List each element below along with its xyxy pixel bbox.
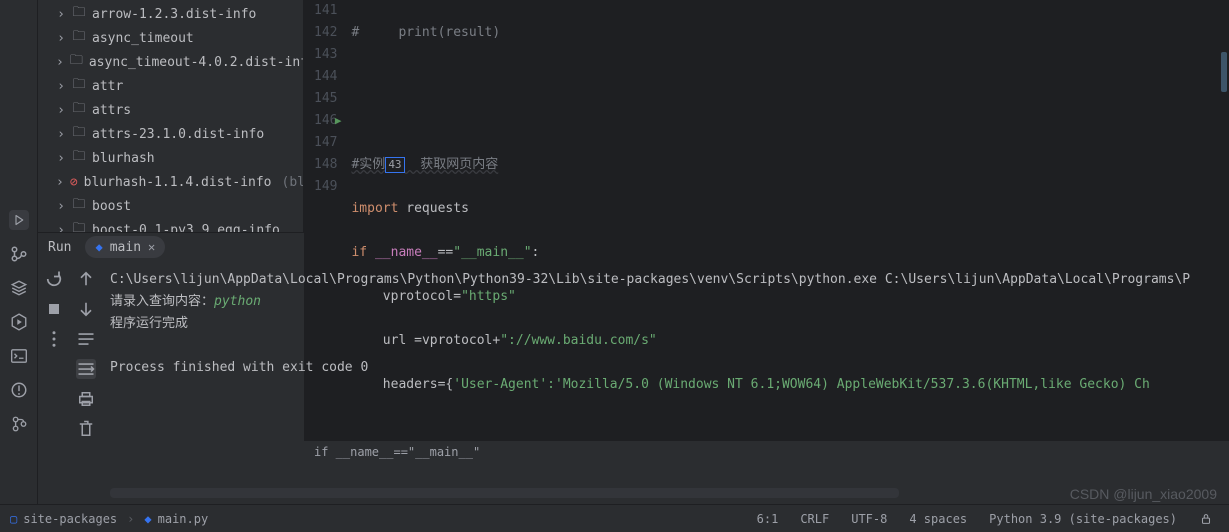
layers-icon[interactable]: [9, 278, 29, 298]
run-panel: Run ◆ main ✕: [38, 232, 1229, 504]
code-text: if: [351, 245, 367, 260]
tree-label: async_timeout: [92, 31, 194, 46]
folder-icon: 🗀: [72, 123, 86, 145]
tree-item[interactable]: › 🗀 attrs: [38, 98, 303, 122]
chevron-right-icon: ›: [56, 79, 66, 94]
folder-icon: 🗀: [70, 51, 83, 73]
chevron-right-icon: ›: [56, 55, 64, 70]
console-line: Process finished with exit code 0: [110, 357, 1221, 379]
chevron-right-icon: ›: [56, 103, 66, 118]
tree-label: blurhash: [92, 151, 155, 166]
chevron-right-icon: ›: [56, 7, 66, 22]
tree-item[interactable]: › 🗀 async_timeout: [38, 26, 303, 50]
tree-label: attr: [92, 79, 123, 94]
folder-icon: 🗀: [72, 3, 86, 25]
scroll-down-icon[interactable]: [76, 299, 96, 319]
run-triangle-icon[interactable]: [9, 210, 29, 230]
scroll-up-icon[interactable]: [76, 269, 96, 289]
crumb-label: site-packages: [23, 512, 117, 526]
code-text: "__main__": [453, 245, 531, 260]
code-text: requests: [406, 201, 469, 216]
run-tool-left: [38, 261, 70, 504]
soft-wrap-icon[interactable]: [76, 329, 96, 349]
run-tab-main[interactable]: ◆ main ✕: [85, 236, 165, 258]
tree-item[interactable]: › 🗀 attrs-23.1.0.dist-info: [38, 122, 303, 146]
folder-icon: 🗀: [72, 75, 86, 97]
stop-icon[interactable]: [44, 299, 64, 319]
status-indent[interactable]: 4 spaces: [903, 512, 973, 526]
console-output[interactable]: C:\Users\lijun\AppData\Local\Programs\Py…: [102, 261, 1229, 504]
console-line: 程序运行完成: [110, 313, 1221, 335]
more-vertical-icon[interactable]: [44, 329, 64, 349]
tree-label: blurhash-1.1.4.dist-info: [84, 175, 272, 190]
status-interpreter[interactable]: Python 3.9 (site-packages): [983, 512, 1183, 526]
console-input-value: python: [214, 294, 261, 309]
code-text: # print(result): [351, 25, 500, 40]
folder-error-icon: ⊘: [70, 175, 78, 190]
tree-label: attrs-23.1.0.dist-info: [92, 127, 264, 142]
status-cursor-pos[interactable]: 6:1: [751, 512, 785, 526]
tree-dim: (blurha: [282, 175, 305, 190]
version-control-icon[interactable]: [9, 414, 29, 434]
chevron-right-icon: ›: [56, 31, 66, 46]
warning-circle-icon[interactable]: [9, 380, 29, 400]
tree-item[interactable]: › 🗀 arrow-1.2.3.dist-info: [38, 2, 303, 26]
terminal-icon[interactable]: [9, 346, 29, 366]
tree-item[interactable]: › 🗀 blurhash: [38, 146, 303, 170]
tree-label: arrow-1.2.3.dist-info: [92, 7, 256, 22]
chevron-right-icon: ›: [127, 512, 134, 526]
close-icon[interactable]: ✕: [148, 240, 155, 254]
editor-range-indicator[interactable]: [1221, 52, 1227, 92]
code-text: #实例: [351, 157, 385, 172]
status-bar: ▢ site-packages › ◆ main.py 6:1 CRLF UTF…: [0, 504, 1229, 532]
python-file-icon: ◆: [144, 512, 151, 526]
console-line: C:\Users\lijun\AppData\Local\Programs\Py…: [110, 272, 1190, 287]
code-text: 获取网页内容: [405, 157, 499, 172]
crumb-label: main.py: [158, 512, 209, 526]
run-gutter-icon[interactable]: ▶: [335, 110, 342, 132]
chevron-right-icon: ›: [56, 151, 66, 166]
python-icon: ◆: [95, 240, 102, 254]
crumb-site-packages[interactable]: ▢ site-packages: [10, 512, 117, 526]
crumb-main-py[interactable]: ◆ main.py: [144, 512, 208, 526]
tree-item[interactable]: › 🗀 attr: [38, 74, 303, 98]
run-tool-col2: [70, 261, 102, 504]
tree-label: boost: [92, 199, 131, 214]
git-icon[interactable]: [9, 244, 29, 264]
package-icon: ▢: [10, 512, 17, 526]
run-title: Run: [48, 240, 71, 255]
folder-icon: 🗀: [72, 195, 86, 217]
folder-icon: 🗀: [72, 99, 86, 121]
console-line: 请录入查询内容：: [110, 294, 214, 309]
badge-box: 43: [385, 157, 404, 173]
status-eol[interactable]: CRLF: [794, 512, 835, 526]
run-tab-label: main: [110, 240, 141, 255]
tree-label: attrs: [92, 103, 131, 118]
tree-item[interactable]: › 🗀 boost: [38, 194, 303, 218]
folder-icon: 🗀: [72, 147, 86, 169]
code-text: :: [532, 245, 540, 260]
code-text: __name__: [375, 245, 438, 260]
chevron-right-icon: ›: [56, 127, 66, 142]
main-column: › 🗀 arrow-1.2.3.dist-info › 🗀 async_time…: [38, 0, 1229, 504]
left-tool-rail: [0, 0, 38, 504]
rerun-icon[interactable]: [44, 269, 64, 289]
tree-item[interactable]: › ⊘ blurhash-1.1.4.dist-info (blurha: [38, 170, 303, 194]
status-lock-icon[interactable]: [1193, 512, 1219, 526]
scroll-to-end-icon[interactable]: [76, 359, 96, 379]
trash-icon[interactable]: [76, 419, 96, 439]
tree-item[interactable]: › 🗀 async_timeout-4.0.2.dist-info: [38, 50, 303, 74]
status-encoding[interactable]: UTF-8: [845, 512, 893, 526]
console-scrollbar[interactable]: [110, 488, 899, 498]
print-icon[interactable]: [76, 389, 96, 409]
chevron-right-icon: ›: [56, 175, 64, 190]
folder-icon: 🗀: [72, 27, 86, 49]
code-text: import: [351, 201, 398, 216]
hex-play-icon[interactable]: [9, 312, 29, 332]
code-text: ==: [438, 245, 454, 260]
chevron-right-icon: ›: [56, 199, 66, 214]
tree-label: async_timeout-4.0.2.dist-info: [89, 55, 304, 70]
